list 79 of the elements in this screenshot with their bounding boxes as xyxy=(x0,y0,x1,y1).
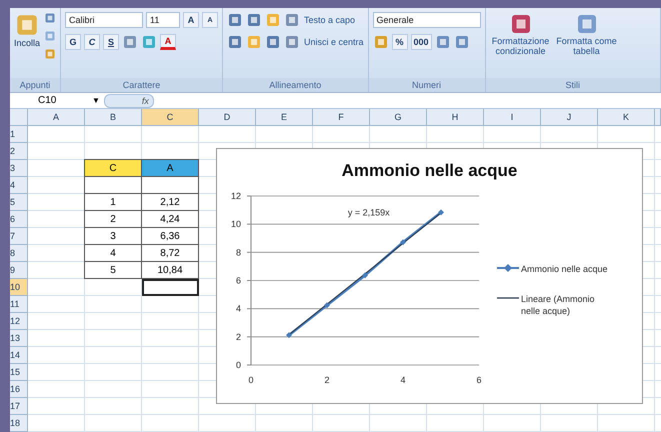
column-header[interactable] xyxy=(655,109,661,126)
legend-label: Ammonio nelle acque xyxy=(521,262,608,274)
x-tick-label: 6 xyxy=(476,375,482,385)
column-header[interactable]: B xyxy=(85,109,142,126)
table-cell: 10,84 xyxy=(141,261,199,279)
row-header[interactable]: 12 xyxy=(10,313,28,330)
style-button[interactable]: C xyxy=(84,34,100,50)
row-header[interactable]: 3 xyxy=(10,160,28,177)
paste-button[interactable]: Incolla xyxy=(14,12,40,48)
column-header[interactable]: G xyxy=(370,109,427,126)
chart-title: Ammonio nelle acque xyxy=(340,161,518,182)
merge-center-button[interactable]: Unisci e centra xyxy=(304,34,364,50)
row-header[interactable]: 6 xyxy=(10,211,28,228)
font-field[interactable]: Calibri xyxy=(65,12,144,28)
column-header[interactable]: H xyxy=(427,109,484,126)
data-point xyxy=(286,332,292,338)
row-header[interactable]: 10 xyxy=(10,279,28,296)
group-label: Carattere xyxy=(61,78,222,92)
format-table-button[interactable]: Formatta come tabella xyxy=(556,12,618,56)
percent-button[interactable]: % xyxy=(392,34,408,50)
row-header[interactable]: 5 xyxy=(10,194,28,211)
table-cell: 5 xyxy=(84,261,142,279)
y-tick-label: 6 xyxy=(236,276,241,286)
x-tick-label: 0 xyxy=(248,375,254,385)
format-field[interactable]: Generale xyxy=(372,12,481,28)
data-point xyxy=(362,272,368,278)
row-header[interactable]: 7 xyxy=(10,228,28,245)
data-point xyxy=(438,209,444,216)
legend-marker-icon xyxy=(497,262,519,272)
y-tick-label: 8 xyxy=(236,247,241,258)
header-cell: A xyxy=(141,159,199,177)
grow-font-button[interactable]: A xyxy=(183,12,200,28)
y-tick-label: 12 xyxy=(230,191,241,201)
active-cell[interactable] xyxy=(142,279,199,296)
thousands-button[interactable]: 000 xyxy=(410,34,432,50)
wrap-text-button[interactable]: Testo a capo xyxy=(304,12,364,28)
column-header[interactable]: J xyxy=(541,109,598,126)
style-button[interactable]: G xyxy=(65,34,82,50)
row-header[interactable]: 15 xyxy=(10,364,28,381)
data-point xyxy=(400,239,406,246)
size-field[interactable]: 11 xyxy=(146,12,180,28)
data-point xyxy=(324,302,330,308)
row-header[interactable]: 18 xyxy=(10,415,28,432)
column-header[interactable]: K xyxy=(598,109,655,126)
row-header[interactable]: 2 xyxy=(10,143,28,160)
column-header[interactable]: A xyxy=(28,109,85,126)
font-color-button[interactable]: A xyxy=(160,34,176,50)
select-all-corner[interactable] xyxy=(10,109,28,126)
y-tick-label: 0 xyxy=(236,360,241,370)
row-header[interactable]: 9 xyxy=(10,262,28,279)
row-header[interactable]: 16 xyxy=(10,381,28,398)
group-label: Allineamento xyxy=(223,78,368,92)
row-header[interactable]: 8 xyxy=(10,245,28,262)
row-header[interactable]: 17 xyxy=(10,398,28,415)
trend-equation: y = 2,159x xyxy=(348,208,390,218)
column-header[interactable]: I xyxy=(484,109,541,126)
header-cell: C xyxy=(84,159,142,177)
row-header[interactable]: 13 xyxy=(10,330,28,347)
function-button[interactable]: fx xyxy=(104,94,154,108)
column-header[interactable]: D xyxy=(199,109,256,126)
x-tick-label: 2 xyxy=(324,375,330,385)
conditional-format-button[interactable]: Formattazione condizionale xyxy=(490,12,552,56)
row-header[interactable]: 11 xyxy=(10,296,28,313)
row-header[interactable]: 14 xyxy=(10,347,28,364)
row-header[interactable]: 4 xyxy=(10,177,28,194)
style-button[interactable]: S xyxy=(103,34,120,50)
column-header[interactable]: C xyxy=(142,109,199,126)
column-header[interactable]: E xyxy=(256,109,313,126)
group-label: Stili xyxy=(486,78,660,92)
row-header[interactable]: 1 xyxy=(10,126,28,143)
x-tick-label: 4 xyxy=(400,375,406,385)
dropdown-arrow[interactable]: ▼ xyxy=(92,96,100,105)
column-header[interactable]: F xyxy=(313,109,370,126)
legend-label: Lineare (Ammonio nelle acque) xyxy=(521,292,596,316)
group-label: Numeri xyxy=(368,78,485,92)
group-label: Appunti xyxy=(10,78,60,92)
y-tick-label: 10 xyxy=(230,219,241,230)
y-tick-label: 2 xyxy=(236,332,241,342)
y-tick-label: 4 xyxy=(236,304,241,314)
